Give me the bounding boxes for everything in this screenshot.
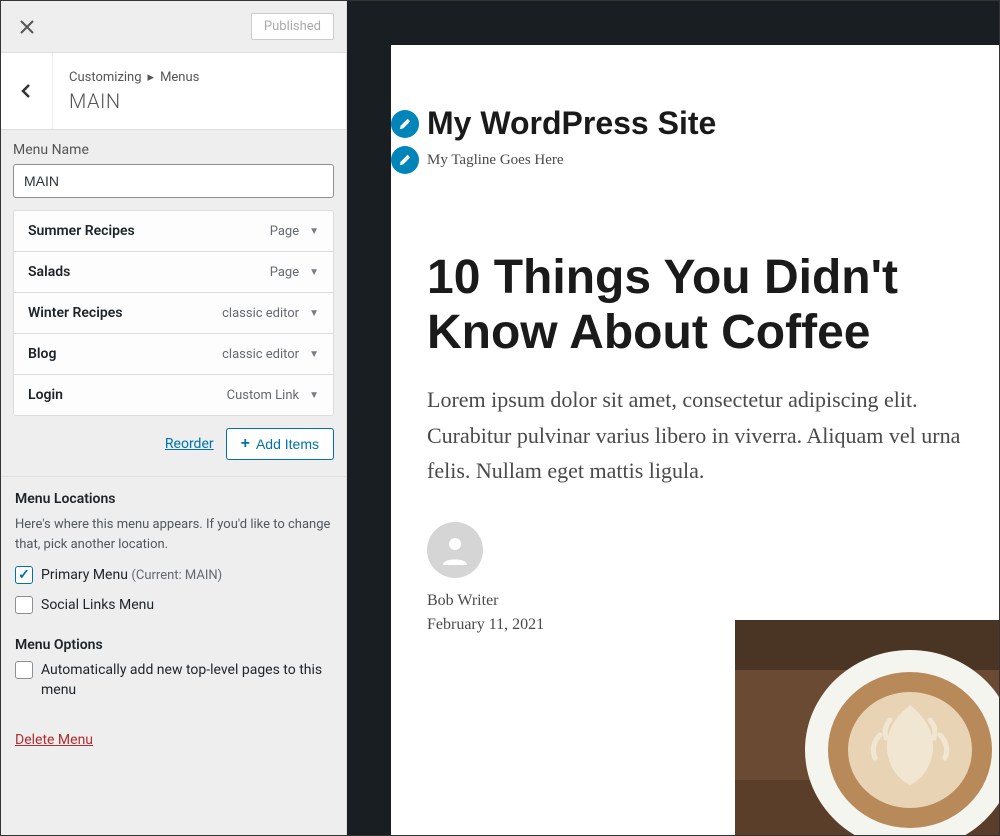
preview-content: My WordPress Site My Tagline Goes Here 1… [391,45,999,835]
sidebar-header: Published [1,1,346,53]
chevron-down-icon: ▼ [309,349,319,360]
auto-add-label: Automatically add new top-level pages to… [41,661,332,700]
menu-item[interactable]: Summer Recipes Page ▼ [14,211,333,252]
checkbox-unchecked-icon [15,596,33,614]
breadcrumb: Customizing ▸ Menus [69,70,199,85]
edit-tagline-button[interactable] [391,146,419,174]
pencil-icon [398,117,412,131]
chevron-right-icon: ▸ [148,70,155,85]
menu-item[interactable]: Winter Recipes classic editor ▼ [14,293,333,334]
menu-item-title: Login [28,387,63,403]
menu-item-title: Blog [28,346,56,362]
back-button[interactable] [1,53,53,129]
menu-items-list: Summer Recipes Page ▼ Salads Page ▼ Winter… [13,210,334,416]
close-icon [19,19,35,35]
author-name: Bob Writer [427,592,544,610]
reorder-link[interactable]: Reorder [165,436,214,452]
auto-add-checkbox-row[interactable]: Automatically add new top-level pages to… [15,661,332,700]
site-title: My WordPress Site [427,105,716,142]
menu-item-title: Salads [28,264,70,280]
social-menu-checkbox-row[interactable]: Social Links Menu [15,596,332,616]
delete-menu-link[interactable]: Delete Menu [1,718,346,762]
publish-status-badge[interactable]: Published [251,13,334,40]
edit-title-button[interactable] [391,110,419,138]
menu-name-input[interactable] [13,164,334,198]
menu-actions: Reorder + Add Items [1,428,346,476]
menu-item[interactable]: Login Custom Link ▼ [14,375,333,415]
menu-item-type: classic editor [222,306,299,321]
author-block: Bob Writer February 11, 2021 [427,522,544,634]
close-button[interactable] [13,13,41,41]
primary-menu-checkbox-row[interactable]: Primary Menu (Current: MAIN) [15,566,332,586]
site-tagline: My Tagline Goes Here [427,152,564,169]
menu-name-section: Menu Name [1,130,346,198]
breadcrumb-bar: Customizing ▸ Menus MAIN [1,53,346,130]
menu-item[interactable]: Blog classic editor ▼ [14,334,333,375]
checkbox-checked-icon [15,566,33,584]
menu-item-title: Winter Recipes [28,305,122,321]
post-excerpt: Lorem ipsum dolor sit amet, consectetur … [427,382,999,488]
pencil-icon [398,153,412,167]
menu-item-type: Page [270,265,299,280]
primary-menu-label: Primary Menu [41,567,128,583]
menu-item-type: classic editor [222,347,299,362]
menu-item-type: Page [270,224,299,239]
menu-item-type: Custom Link [227,388,299,403]
site-title-row: My WordPress Site [391,105,999,142]
tagline-row: My Tagline Goes Here [391,146,999,174]
breadcrumb-section: Menus [160,70,199,85]
add-items-button[interactable]: + Add Items [226,428,334,460]
menu-locations-section: Menu Locations Here's where this menu ap… [1,476,346,633]
site-header: My WordPress Site My Tagline Goes Here [391,45,999,174]
locations-heading: Menu Locations [15,491,332,507]
options-heading: Menu Options [15,637,332,653]
post-area: 10 Things You Didn't Know About Coffee L… [391,174,999,634]
post-date: February 11, 2021 [427,616,544,634]
avatar [427,522,483,578]
locations-description: Here's where this menu appears. If you'd… [15,515,332,554]
post-meta: Bob Writer February 11, 2021 [427,522,999,634]
add-items-label: Add Items [256,436,319,452]
chevron-down-icon: ▼ [309,308,319,319]
chevron-down-icon: ▼ [309,390,319,401]
breadcrumb-content: Customizing ▸ Menus MAIN [53,56,215,127]
coffee-image [735,620,999,835]
plus-icon: + [241,435,250,453]
checkbox-unchecked-icon [15,661,33,679]
menu-name-label: Menu Name [13,142,334,158]
chevron-down-icon: ▼ [309,226,319,237]
menu-item-title: Summer Recipes [28,223,135,239]
customizer-sidebar: Published Customizing ▸ Menus MAIN Menu … [1,1,347,835]
breadcrumb-title: MAIN [69,89,199,113]
user-icon [437,532,473,568]
breadcrumb-parent: Customizing [69,70,142,85]
menu-options-section: Menu Options Automatically add new top-l… [1,633,346,718]
featured-image [735,620,999,835]
chevron-left-icon [21,83,33,99]
social-menu-label: Social Links Menu [41,596,154,616]
preview-frame: My WordPress Site My Tagline Goes Here 1… [347,1,999,835]
primary-menu-current: (Current: MAIN) [131,568,222,583]
post-title: 10 Things You Didn't Know About Coffee [427,250,999,360]
chevron-down-icon: ▼ [309,267,319,278]
menu-item[interactable]: Salads Page ▼ [14,252,333,293]
